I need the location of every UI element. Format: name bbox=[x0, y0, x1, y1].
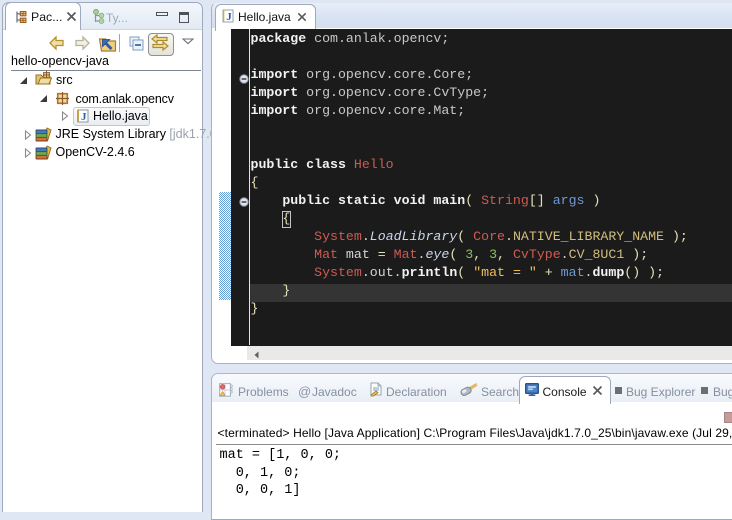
svg-text:J: J bbox=[226, 11, 232, 23]
svg-text:J: J bbox=[81, 111, 87, 123]
